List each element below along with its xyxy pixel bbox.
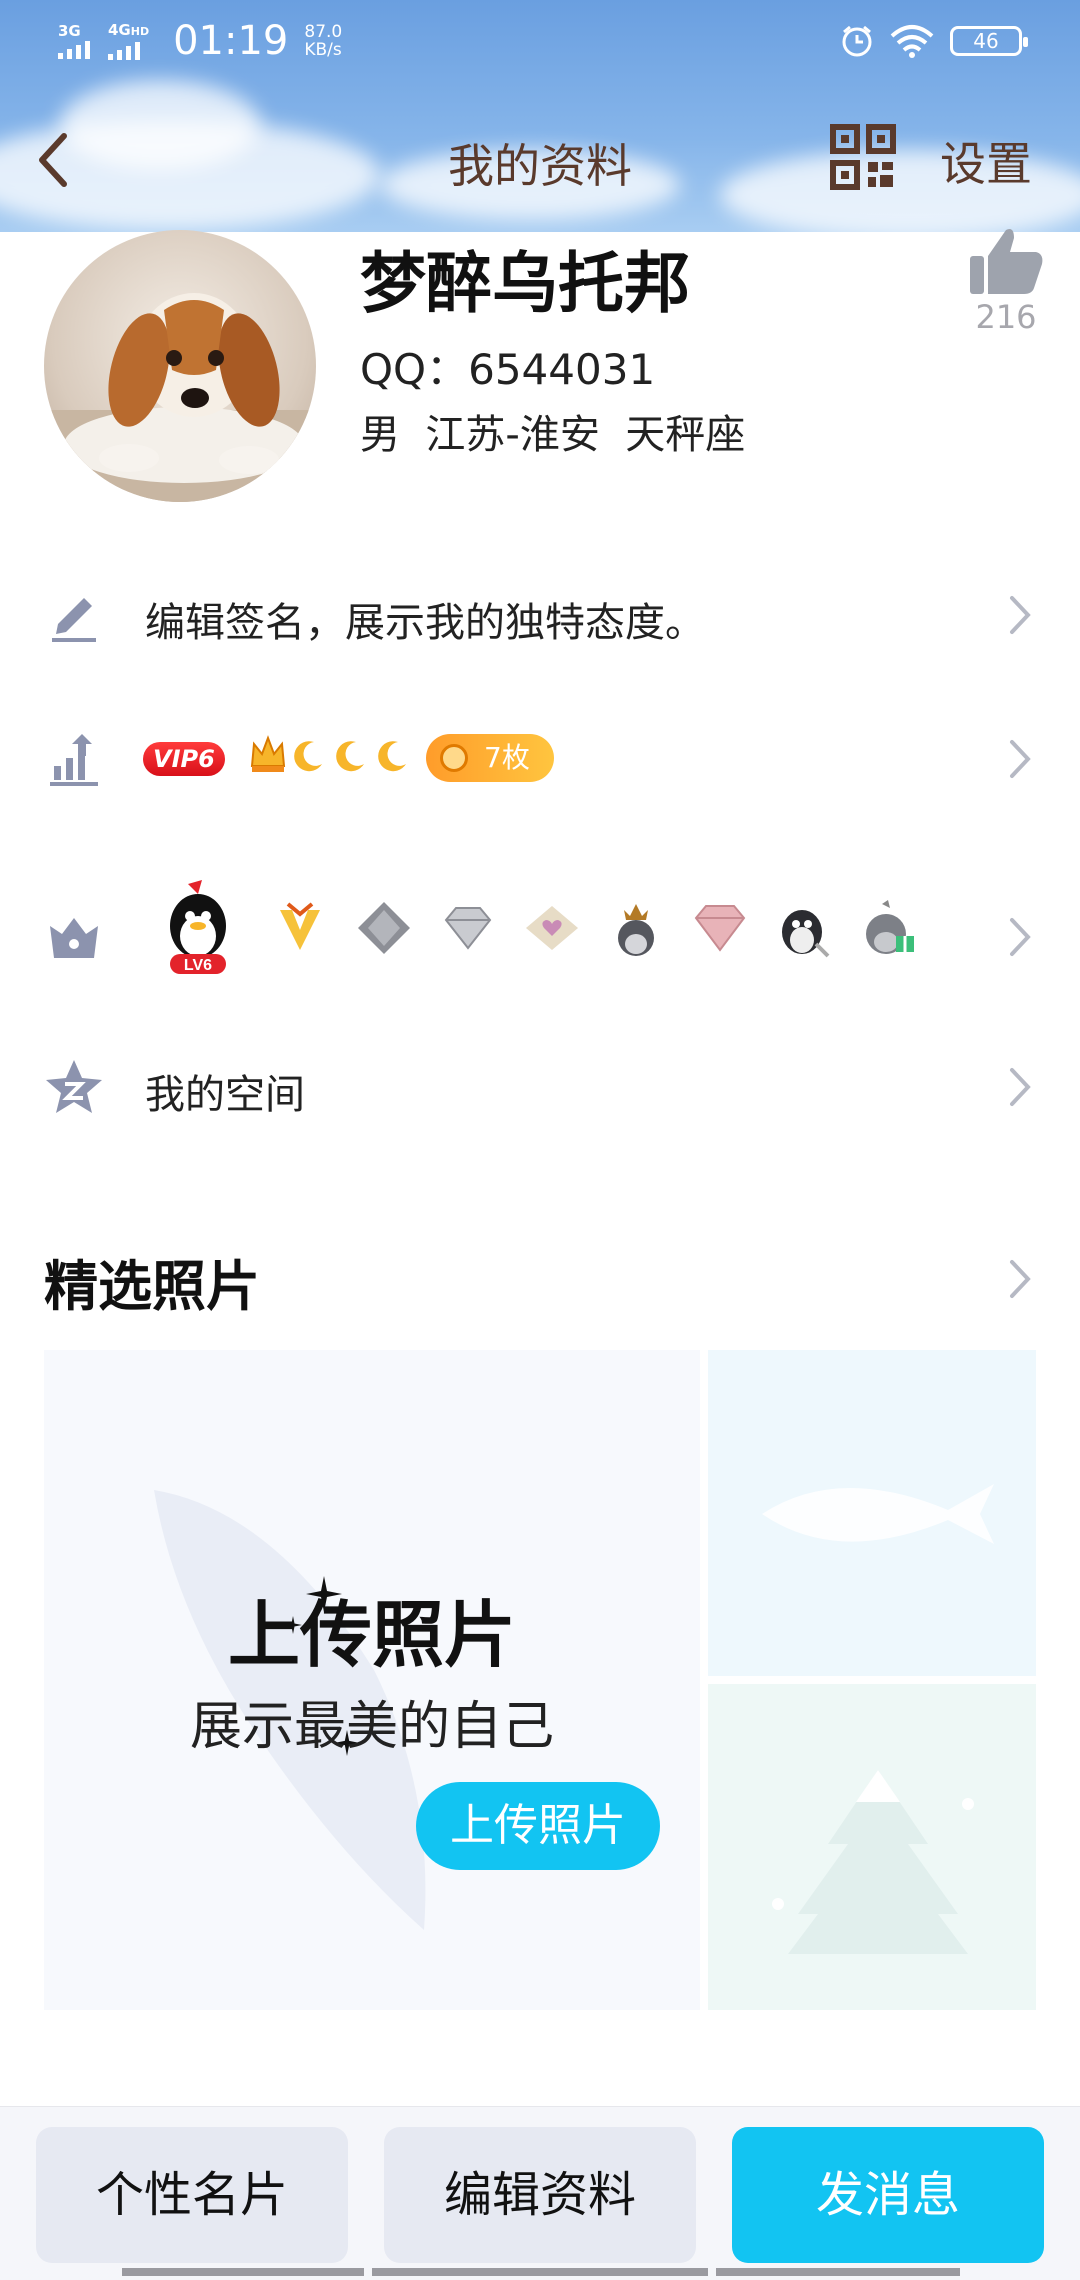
dog-photo — [44, 293, 316, 502]
signal-3g-icon: 3G — [58, 23, 90, 59]
chevron-right-icon — [1010, 918, 1031, 956]
moon-icon — [294, 741, 322, 772]
badges-row[interactable]: LV6 — [0, 868, 1080, 1008]
photo-placeholder-top[interactable] — [708, 1350, 1036, 1676]
chevron-right-icon — [1010, 1068, 1031, 1106]
nav-indicator — [122, 2268, 364, 2276]
send-message-button[interactable]: 发消息 — [732, 2127, 1044, 2263]
title-row: 我的资料 设置 — [0, 100, 1080, 220]
v-badge-icon — [280, 902, 320, 950]
fish-decoration — [762, 1484, 994, 1544]
king-penguin-icon — [618, 904, 654, 956]
moon-icon — [336, 741, 364, 772]
avatar[interactable] — [44, 230, 316, 502]
penguin-badge-icon — [782, 910, 830, 958]
medal-count-badge: 7枚 — [426, 734, 554, 782]
vip-row[interactable]: VIP6 7枚 — [0, 698, 1080, 818]
like-count: 216 — [975, 298, 1037, 336]
status-bar: 3G 4GHD 01:19 87.0 KB/s 46 — [0, 0, 1080, 82]
nav-indicator — [372, 2268, 708, 2276]
diamond-icon — [444, 907, 492, 950]
badge-crown-icon — [50, 918, 98, 958]
signature-row[interactable]: 编辑签名，展示我的独特态度。 — [0, 554, 1080, 674]
medal-icon — [440, 744, 468, 772]
photos-chevron-icon[interactable] — [1008, 1258, 1034, 1300]
nav-indicator — [716, 2268, 960, 2276]
penguin-level-icon: LV6 — [170, 880, 226, 974]
network-speed: 87.0 KB/s — [304, 22, 343, 60]
page-title: 我的资料 — [448, 139, 632, 193]
chevron-right-icon — [1010, 596, 1031, 634]
edit-pencil-icon — [52, 598, 96, 642]
upload-subtitle: 展示最美的自己 — [189, 1697, 554, 1757]
profile-card-button[interactable]: 个性名片 — [36, 2127, 348, 2263]
bottom-action-bar: 个性名片 编辑资料 发消息 — [0, 2106, 1080, 2280]
level-chart-icon — [50, 734, 98, 786]
qr-code-icon[interactable] — [830, 124, 896, 190]
section-title-photos: 精选照片 — [44, 1255, 260, 1318]
thumbs-up-icon[interactable] — [968, 226, 1044, 296]
clock: 01:19 — [173, 18, 289, 64]
chevron-right-icon — [1010, 740, 1031, 778]
profile-info: 男 江苏-淮安 天秤座 — [360, 412, 746, 458]
qzone-row[interactable]: 我的空间 — [0, 1026, 1080, 1146]
edit-profile-button[interactable]: 编辑资料 — [384, 2127, 696, 2263]
qq-number: QQ：6544031 — [360, 345, 656, 394]
upload-title: 上传照片 — [227, 1593, 516, 1677]
settings-button[interactable]: 设置 — [940, 128, 1032, 194]
qzone-star-icon — [46, 1060, 102, 1113]
level-label: LV6 — [184, 957, 212, 974]
photo-placeholder-main[interactable]: 上传照片 展示最美的自己 上传照片 — [44, 1350, 700, 2010]
photo-grid: 上传照片 展示最美的自己 上传照片 — [44, 1350, 1036, 2010]
gift-penguin-icon — [866, 900, 914, 954]
top-bar: 3G 4GHD 01:19 87.0 KB/s 46 我的资料 设置 — [0, 0, 1080, 232]
upload-photo-button[interactable]: 上传照片 — [416, 1782, 660, 1870]
moon-icon — [378, 741, 406, 772]
signature-text: 编辑签名，展示我的独特态度。 — [145, 600, 705, 646]
qzone-label: 我的空间 — [145, 1072, 305, 1118]
alarm-icon — [842, 25, 872, 57]
vip-badge: VIP6 — [143, 742, 225, 776]
nickname: 梦醉乌托邦 — [360, 245, 690, 322]
signal-4g-icon: 4GHD — [108, 22, 149, 60]
pink-diamond-icon — [694, 905, 746, 952]
wifi-icon — [890, 25, 934, 58]
tree-decoration — [772, 1770, 974, 1954]
heart-gem-icon — [526, 906, 578, 950]
photo-placeholder-bottom[interactable] — [708, 1684, 1036, 2010]
gray-gem-icon — [358, 902, 410, 954]
crown-icon — [250, 735, 286, 772]
battery-indicator: 46 — [950, 26, 1028, 56]
